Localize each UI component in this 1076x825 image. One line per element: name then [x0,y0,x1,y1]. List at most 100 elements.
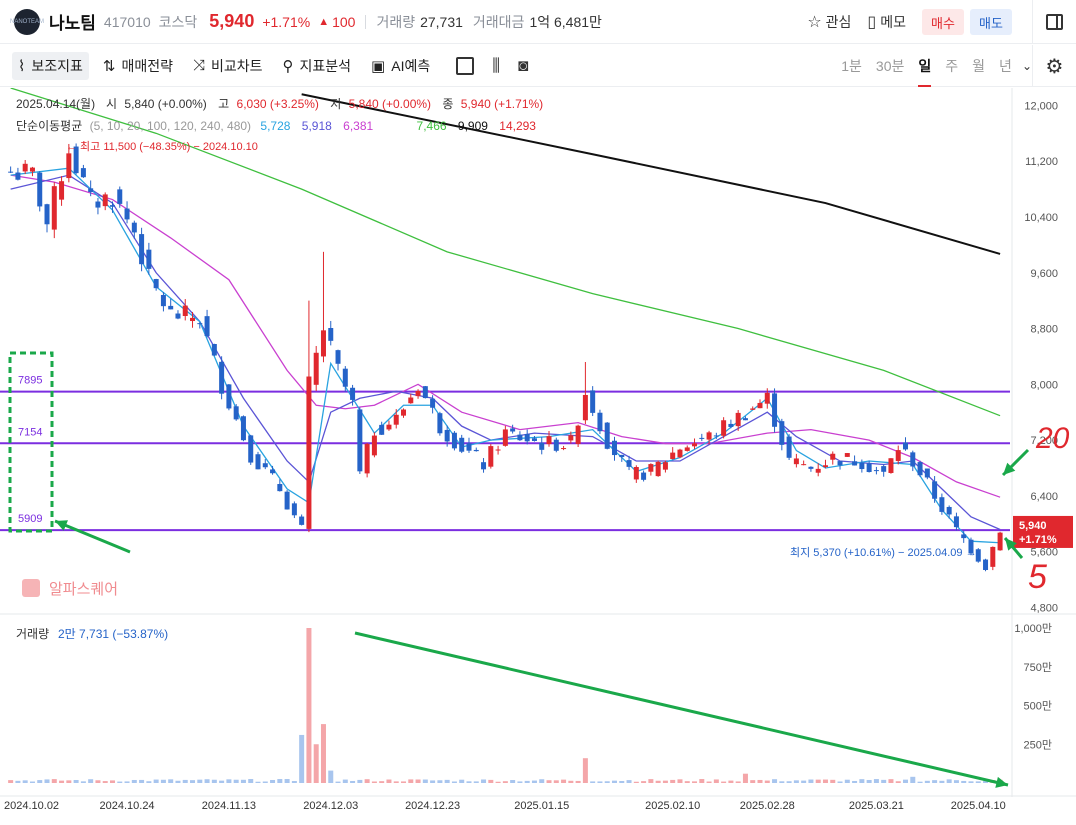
candle-body [881,466,887,472]
volume-tick-label: 500만 [1024,700,1052,713]
volume-bar [22,780,28,783]
candle-body [270,469,276,474]
green-arrow-left [54,519,131,554]
ma-label: 단순이동평균 [16,119,82,133]
panel-toggle-button[interactable] [1032,0,1076,44]
square-draw-button[interactable] [456,56,475,75]
chevron-down-icon[interactable]: ⌄ [1022,59,1032,73]
panel-icon [1046,14,1063,30]
volume-bar [888,779,894,783]
volume-bar [619,781,625,783]
volume-bar [939,780,945,783]
candle-body [102,194,108,207]
candle-body [983,559,989,570]
sell-button[interactable]: 매도 [970,9,1012,35]
volume-value: 27,731 [420,13,463,30]
strategy-icon: ⇅ [102,57,116,75]
candle-body [168,305,174,310]
volume-bar [8,780,14,783]
candle-body [51,186,57,230]
stock-code: 417010 [103,13,151,30]
candle-body [903,442,909,450]
period-day[interactable]: 일 [918,45,931,87]
support-label: 7154 [18,426,42,438]
candle-body [502,429,508,446]
volume-bar [924,780,930,783]
stock-header: NANOTEAM 나노팀 417010 코스닥 5,940 +1.71% ▲ 1… [0,0,1076,44]
candle-body [728,423,734,427]
candle-body [808,466,814,469]
volume-bar [852,780,858,783]
period-1min[interactable]: 1분 [841,45,862,87]
memo-button[interactable]: ▯ 메모 [867,12,906,32]
volume-tick-label: 750만 [1024,661,1052,674]
x-tick-label: 2025.04.10 [951,800,1006,812]
candle-body [437,413,443,434]
buy-button[interactable]: 매수 [922,9,964,35]
volume-bar [102,781,108,783]
volume-bar [655,780,661,783]
tool-label: 지표분석 [299,57,352,74]
volume-bar [648,779,654,783]
candle-body [531,438,537,442]
watch-button[interactable]: ☆ 관심 [807,12,851,32]
candle-body [211,344,217,356]
volume-bar [51,779,57,783]
volume-bar [393,781,399,783]
volume-bar [961,780,967,783]
volume-bar [451,781,457,783]
volume-bar [684,781,690,783]
candle-body [648,464,654,472]
candle-body [750,408,756,410]
x-tick-label: 2025.02.10 [645,800,700,812]
period-year[interactable]: 년 [999,45,1012,87]
candle-body [219,361,225,394]
volume-bar [903,779,909,783]
volume-bar [117,781,123,783]
candle-body [44,204,50,225]
volume-bar [379,781,385,783]
volume-label: 거래량 [16,627,49,641]
volume-bar [764,780,770,783]
period-selector: 1분 30분 일 주 월 년 ⌄ [827,45,1032,87]
y-tick-label: 6,400 [1030,491,1058,503]
volume-bar [248,779,254,783]
watch-label: 관심 [825,14,852,30]
price-chart[interactable]: 7895 7154 5909 거래량 2만 7,731 (−53.87%) 1,000만… [0,88,1076,825]
candle-body [692,443,698,447]
volume-bar [444,779,450,783]
period-week[interactable]: 주 [945,45,958,87]
volume-bar [131,779,137,783]
candle-body [248,435,254,463]
candle-type-button[interactable]: ⫼ [492,56,500,76]
compare-tool-button[interactable]: ⤨ 비교차트 [187,52,269,80]
strategy-tool-button[interactable]: ⇅ 매매전략 [97,52,179,80]
candle-body [553,439,559,451]
ai-tool-button[interactable]: ▣ AI예측 [365,52,436,80]
volume-bar [735,781,741,783]
candle-body [764,392,770,404]
gear-icon[interactable]: ⚙ [1032,45,1076,87]
volume-bar [793,780,799,783]
period-30min[interactable]: 30분 [876,45,904,87]
ma-info: 단순이동평균 (5, 10, 20, 100, 120, 240, 480) 5… [16,119,536,133]
period-month[interactable]: 월 [972,45,985,87]
high-label: 고 [218,97,229,111]
candle-body [364,443,370,474]
candle-body [342,368,348,387]
volume-bar [466,781,472,783]
volume-bar [335,781,341,783]
y-tick-label: 8,800 [1030,324,1058,336]
candle-body [88,188,94,193]
candle-body [109,205,115,207]
camera-icon[interactable]: ◙ [518,56,528,76]
indicator-tool-button[interactable]: ⌇ 보조지표 [12,51,89,80]
volume-bar [80,781,86,783]
candle-body [495,449,501,451]
volume-bar [539,779,545,783]
candle-body [575,425,581,444]
candle-body [357,409,363,472]
y-tick-label: 8,000 [1030,379,1058,391]
volume-bar [946,779,952,783]
analysis-tool-button[interactable]: ⚲ 지표분석 [277,52,358,80]
